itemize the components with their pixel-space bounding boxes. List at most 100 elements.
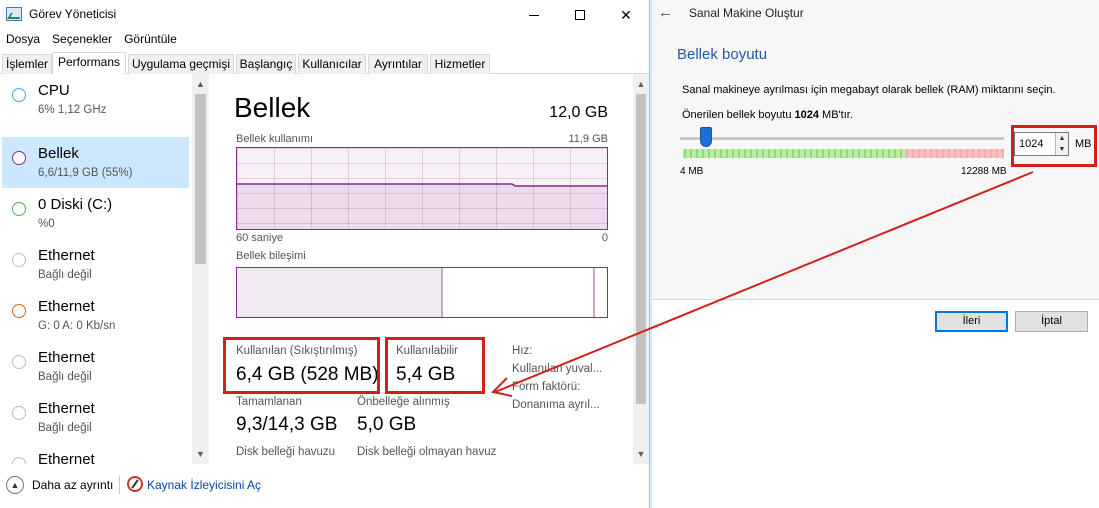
page-heading: Bellek boyutu: [677, 46, 768, 63]
recommended-value: 1024: [794, 109, 819, 121]
total-memory: 12,0 GB: [549, 104, 608, 121]
recommended-suffix: MB'tır.: [819, 109, 853, 121]
sidebar-item-detail: 6,6/11,9 GB (55%): [38, 167, 133, 179]
paged-pool-label: Disk belleği havuzu: [236, 446, 336, 458]
ethernet-indicator-icon: [12, 457, 26, 464]
sidebar-item-ethernet[interactable]: Ethernet: [2, 443, 189, 464]
sidebar-item-label: CPU: [38, 82, 70, 99]
scrollbar-thumb[interactable]: [636, 94, 646, 404]
in-use-highlight-box: [223, 337, 380, 394]
sidebar-scrollbar[interactable]: ▲ ▼: [192, 74, 209, 464]
scroll-down-icon[interactable]: ▼: [633, 446, 649, 462]
memory-slider-track[interactable]: [680, 137, 1004, 140]
sidebar-item-label: Ethernet: [38, 400, 95, 417]
ethernet-indicator-icon: [12, 406, 26, 420]
wizard-title: Sanal Makine Oluştur: [689, 6, 804, 20]
standby-segment: [593, 268, 595, 317]
spinbox-highlight-box: [1011, 125, 1097, 167]
sidebar-item-ethernet[interactable]: Ethernet Bağlı değil: [2, 341, 189, 392]
memory-slider-thumb[interactable]: [699, 127, 712, 147]
back-arrow-icon[interactable]: ←: [658, 4, 673, 21]
minimize-icon: [529, 14, 539, 16]
sidebar-item-cpu[interactable]: CPU 6% 1,12 GHz: [2, 74, 189, 125]
close-button[interactable]: ✕: [603, 0, 649, 30]
open-resource-monitor-link[interactable]: Kaynak İzleyicisini Aç: [147, 478, 261, 492]
range-max-label: 12288 MB: [961, 166, 1007, 177]
cached-value: 5,0 GB: [357, 414, 417, 435]
menu-view[interactable]: Görüntüle: [118, 30, 183, 50]
composition-graph-label: Bellek bileşimi: [236, 250, 306, 262]
maximize-button[interactable]: [557, 0, 603, 30]
footer: ▲ Daha az ayrıntı Kaynak İzleyicisini Aç: [0, 468, 649, 508]
button-divider: [652, 299, 1099, 300]
resource-sidebar: CPU 6% 1,12 GHz Bellek 6,6/11,9 GB (55%)…: [0, 74, 206, 464]
tab-users[interactable]: Kullanıcılar: [298, 54, 366, 74]
sidebar-item-label: Ethernet: [38, 298, 95, 315]
memory-composition-graph: [236, 267, 608, 318]
memory-description: Sanal makineye ayrılması için megabayt o…: [682, 84, 1056, 96]
form-factor-label: Form faktörü:: [512, 381, 581, 393]
sidebar-item-detail: Bağlı değil: [38, 422, 92, 434]
sidebar-item-detail: Bağlı değil: [38, 269, 92, 281]
menu-options[interactable]: Seçenekler: [46, 30, 118, 50]
sidebar-item-detail: G: 0 A: 0 Kb/sn: [38, 320, 116, 332]
sidebar-item-label: 0 Diski (C:): [38, 196, 113, 213]
time-axis-label: 60 saniye: [236, 232, 284, 244]
cancel-button[interactable]: İptal: [1015, 311, 1088, 332]
window-title: Görev Yöneticisi: [29, 7, 117, 21]
in-use-segment: [237, 268, 443, 317]
footer-divider: [119, 476, 120, 494]
maximize-icon: [575, 10, 585, 20]
ethernet-indicator-icon: [12, 304, 26, 318]
page-title: Bellek: [234, 92, 311, 123]
scroll-down-icon[interactable]: ▼: [192, 446, 209, 462]
next-button[interactable]: İleri: [935, 311, 1008, 332]
committed-label: Tamamlanan: [236, 396, 302, 408]
tab-performance[interactable]: Performans: [52, 52, 126, 75]
memory-range-bar: [683, 149, 1004, 158]
hardware-reserved-label: Donanıma ayrıl...: [512, 399, 600, 411]
task-manager-window: Görev Yöneticisi ✕ Dosya Seçenekler Görü…: [0, 0, 649, 508]
scroll-up-icon[interactable]: ▲: [192, 76, 209, 92]
create-vm-wizard: ← Sanal Makine Oluştur Bellek boyutu San…: [652, 0, 1099, 508]
sidebar-item-detail: 6% 1,12 GHz: [38, 104, 107, 116]
speed-label: Hız:: [512, 345, 533, 357]
tab-details[interactable]: Ayrıntılar: [368, 54, 428, 74]
chevron-up-icon[interactable]: ▲: [6, 476, 24, 494]
sidebar-item-label: Ethernet: [38, 451, 95, 464]
available-highlight-box: [385, 337, 485, 394]
cpu-indicator-icon: [12, 88, 26, 102]
scroll-up-icon[interactable]: ▲: [633, 76, 649, 92]
sidebar-item-ethernet[interactable]: Ethernet Bağlı değil: [2, 239, 189, 290]
menu-bar: Dosya Seçenekler Görüntüle: [0, 30, 649, 50]
ethernet-indicator-icon: [12, 253, 26, 267]
nonpaged-pool-label: Disk belleği olmayan havuz: [357, 446, 497, 458]
menu-file[interactable]: Dosya: [0, 30, 46, 50]
slots-used-label: Kullanılan yuval...: [512, 363, 603, 375]
recommended-prefix: Önerilen bellek boyutu: [682, 109, 795, 121]
sidebar-item-disk[interactable]: 0 Diski (C:) %0: [2, 188, 189, 239]
tab-processes[interactable]: İşlemler: [2, 54, 52, 74]
usage-graph-label: Bellek kullanımı: [236, 133, 314, 145]
sidebar-item-detail: %0: [38, 218, 55, 230]
recommended-memory-text: Önerilen bellek boyutu 1024 MB'tır.: [682, 109, 853, 121]
tab-app-history[interactable]: Uygulama geçmişi: [128, 54, 234, 74]
cached-label: Önbelleğe alınmış: [357, 396, 450, 408]
sidebar-item-ethernet[interactable]: Ethernet Bağlı değil: [2, 392, 189, 443]
disk-indicator-icon: [12, 202, 26, 216]
scrollbar-thumb[interactable]: [195, 94, 206, 264]
sidebar-item-label: Ethernet: [38, 247, 95, 264]
fewer-details-link[interactable]: Daha az ayrıntı: [32, 478, 113, 492]
tab-startup[interactable]: Başlangıç: [236, 54, 296, 74]
task-manager-app-icon: [6, 7, 22, 21]
minimize-button[interactable]: [511, 0, 557, 30]
sidebar-item-label: Ethernet: [38, 349, 95, 366]
sidebar-item-ethernet[interactable]: Ethernet G: 0 A: 0 Kb/sn: [2, 290, 189, 341]
tab-services[interactable]: Hizmetler: [430, 54, 490, 74]
sidebar-item-memory[interactable]: Bellek 6,6/11,9 GB (55%): [2, 137, 189, 188]
sidebar-item-detail: Bağlı değil: [38, 371, 92, 383]
memory-performance-panel: Bellek 12,0 GB Bellek kullanımı 11,9 GB …: [209, 74, 633, 464]
sidebar-item-label: Bellek: [38, 145, 79, 162]
main-scrollbar[interactable]: ▲ ▼: [633, 74, 649, 464]
title-bar: Görev Yöneticisi ✕: [0, 0, 649, 30]
